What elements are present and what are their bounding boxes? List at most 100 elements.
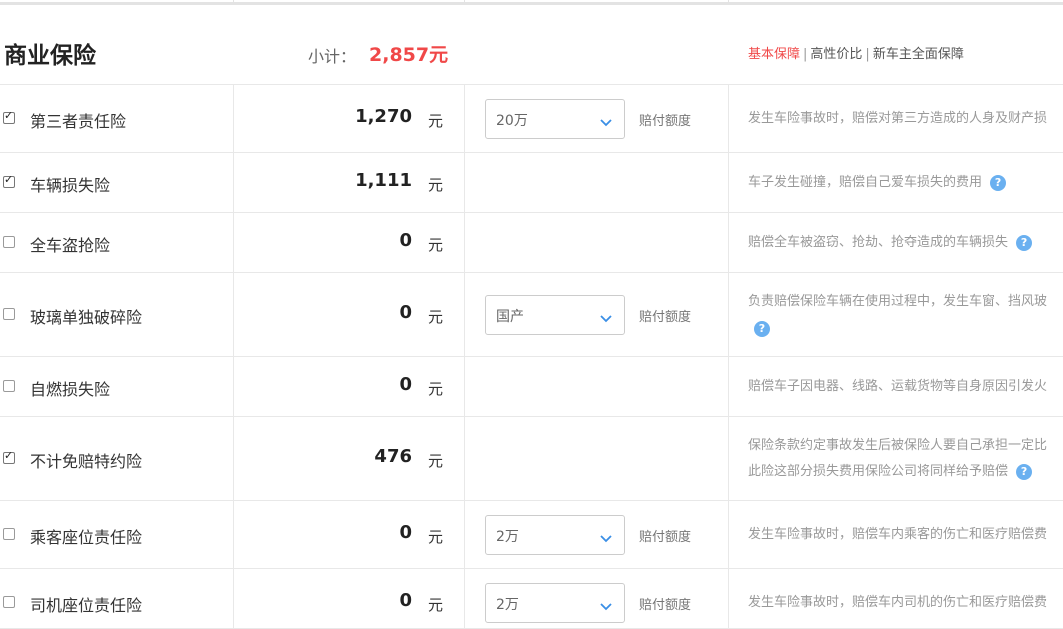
limit-select[interactable]: 20万: [485, 99, 625, 139]
coverage-description: 发生车险事故时，赔偿车内乘客的伤亡和医疗赔偿费: [748, 522, 1060, 548]
coverage-checkbox[interactable]: [3, 173, 15, 188]
question-circle-icon[interactable]: ?: [1016, 234, 1033, 251]
premium-amount: 0: [399, 230, 412, 251]
description-text: 车子发生碰撞，赔偿自己爱车损失的费用: [748, 175, 983, 190]
coverage-checkbox[interactable]: [3, 308, 15, 320]
limit-label: 赔付额度: [639, 310, 692, 325]
column-divider: [464, 85, 465, 152]
description-text: 发生车险事故时，赔偿对第三方造成的人身及财产损: [748, 111, 1048, 126]
column-divider: [233, 213, 234, 272]
table-row: 司机座位责任险 0 元 2万 赔付额度 发生车险事故时，赔偿车内司机的伤亡和医疗赔偿费: [0, 569, 1063, 629]
limit-label: 赔付额度: [639, 598, 692, 613]
column-divider: [464, 273, 465, 356]
column-divider: [233, 85, 234, 152]
coverage-name: 司机座位责任险: [30, 596, 143, 615]
description-text: 发生车险事故时，赔偿车内司机的伤亡和医疗赔偿费: [748, 595, 1048, 610]
column-divider: [464, 213, 465, 272]
column-divider: [728, 417, 729, 500]
column-divider: [464, 501, 465, 568]
coverage-name: 自燃损失险: [30, 380, 111, 399]
premium-unit: 元: [428, 308, 444, 326]
limit-select-value: 20万: [496, 113, 528, 129]
table-row: 玻璃单独破碎险 0 元 国产 赔付额度 负责赔偿保险车辆在使用过程中，发生车窗、挡风玻?: [0, 273, 1063, 357]
plan-separator: |: [865, 47, 870, 62]
premium-unit: 元: [428, 528, 444, 546]
description-text: 发生车险事故时，赔偿车内乘客的伤亡和医疗赔偿费: [748, 527, 1048, 542]
description-text: 此险这部分损失费用保险公司将同样给予赔偿: [748, 464, 1009, 479]
description-line: 负责赔偿保险车辆在使用过程中，发生车窗、挡风玻: [748, 289, 1060, 315]
coverage-description: 车子发生碰撞，赔偿自己爱车损失的费用?: [748, 170, 1060, 196]
description-line: 发生车险事故时，赔偿车内司机的伤亡和医疗赔偿费: [748, 590, 1060, 616]
section-header: 商业保险 小计： 2,857元 基本保障 | 高性价比 | 新车主全面保障: [0, 5, 1063, 85]
coverage-checkbox[interactable]: [3, 380, 15, 392]
coverage-description: 保险条款约定事故发生后被保险人要自己承担一定比 此险这部分损失费用保险公司将同样给…: [748, 433, 1060, 485]
premium-amount: 0: [399, 302, 412, 323]
limit-select-value: 2万: [496, 529, 519, 545]
premium-unit: 元: [428, 380, 444, 398]
column-divider: [728, 153, 729, 212]
table-row: 不计免赔特约险 476 元 保险条款约定事故发生后被保险人要自己承担一定比此险这部分损…: [0, 417, 1063, 501]
limit-label: 赔付额度: [639, 114, 692, 129]
limit-select[interactable]: 2万: [485, 583, 625, 623]
premium-amount: 0: [399, 374, 412, 395]
coverage-checkbox[interactable]: [3, 596, 15, 608]
coverage-name: 第三者责任险: [30, 112, 127, 131]
column-divider: [233, 417, 234, 500]
subtotal-value: 2,857元: [369, 44, 449, 66]
plan-options: 基本保障 | 高性价比 | 新车主全面保障: [748, 43, 964, 62]
column-divider: [233, 153, 234, 212]
coverage-checkbox[interactable]: [3, 109, 15, 124]
description-line: 赔偿全车被盗窃、抢劫、抢夺造成的车辆损失?: [748, 230, 1060, 256]
question-circle-icon[interactable]: ?: [754, 321, 770, 337]
column-divider: [728, 213, 729, 272]
column-divider: [728, 357, 729, 416]
description-line: 发生车险事故时，赔偿车内乘客的伤亡和医疗赔偿费: [748, 522, 1060, 548]
description-line: 此险这部分损失费用保险公司将同样给予赔偿?: [748, 459, 1060, 485]
description-line: 发生车险事故时，赔偿对第三方造成的人身及财产损: [748, 106, 1060, 132]
coverage-checkbox[interactable]: [3, 449, 15, 464]
section-title: 商业保险: [4, 43, 96, 69]
premium-amount: 1,111: [355, 170, 412, 191]
description-text: 负责赔偿保险车辆在使用过程中，发生车窗、挡风玻: [748, 294, 1048, 309]
column-divider: [728, 85, 729, 152]
coverage-description: 赔偿车子因电器、线路、运载货物等自身原因引发火: [748, 374, 1060, 400]
limit-select-value: 2万: [496, 597, 519, 613]
limit-label: 赔付额度: [639, 530, 692, 545]
coverage-checkbox[interactable]: [3, 528, 15, 540]
premium-amount: 1,270: [355, 106, 412, 127]
premium-unit: 元: [428, 596, 444, 614]
premium-amount: 0: [399, 522, 412, 543]
column-divider: [464, 417, 465, 500]
plan-full-link[interactable]: 新车主全面保障: [873, 47, 964, 62]
description-line: 车子发生碰撞，赔偿自己爱车损失的费用?: [748, 170, 1060, 196]
plan-value-link[interactable]: 高性价比: [810, 47, 862, 62]
column-divider: [728, 569, 729, 628]
coverage-name: 玻璃单独破碎险: [30, 308, 143, 327]
column-divider: [233, 501, 234, 568]
limit-select[interactable]: 国产: [485, 295, 625, 335]
question-circle-icon[interactable]: ?: [1016, 463, 1033, 480]
chevron-down-icon: [600, 529, 612, 543]
column-divider: [464, 357, 465, 416]
coverage-description: 发生车险事故时，赔偿车内司机的伤亡和医疗赔偿费: [748, 590, 1060, 616]
column-divider: [233, 569, 234, 628]
column-divider: [728, 501, 729, 568]
chevron-down-icon: [600, 309, 612, 323]
premium-unit: 元: [428, 112, 444, 130]
limit-select[interactable]: 2万: [485, 515, 625, 555]
coverage-name: 全车盗抢险: [30, 236, 111, 255]
premium-amount: 476: [374, 446, 412, 467]
coverage-description: 发生车险事故时，赔偿对第三方造成的人身及财产损: [748, 106, 1060, 132]
coverage-name: 车辆损失险: [30, 176, 111, 195]
coverage-checkbox[interactable]: [3, 236, 15, 248]
table-row: 乘客座位责任险 0 元 2万 赔付额度 发生车险事故时，赔偿车内乘客的伤亡和医疗赔偿费: [0, 501, 1063, 569]
chevron-down-icon: [600, 597, 612, 611]
coverage-description: 负责赔偿保险车辆在使用过程中，发生车窗、挡风玻: [748, 289, 1060, 315]
column-divider: [233, 273, 234, 356]
plan-basic-link[interactable]: 基本保障: [748, 47, 800, 62]
question-circle-icon[interactable]: ?: [990, 174, 1007, 191]
description-line: 保险条款约定事故发生后被保险人要自己承担一定比: [748, 433, 1060, 459]
description-line: 赔偿车子因电器、线路、运载货物等自身原因引发火: [748, 374, 1060, 400]
description-text: 赔偿全车被盗窃、抢劫、抢夺造成的车辆损失: [748, 235, 1009, 250]
description-text: 赔偿车子因电器、线路、运载货物等自身原因引发火: [748, 379, 1048, 394]
